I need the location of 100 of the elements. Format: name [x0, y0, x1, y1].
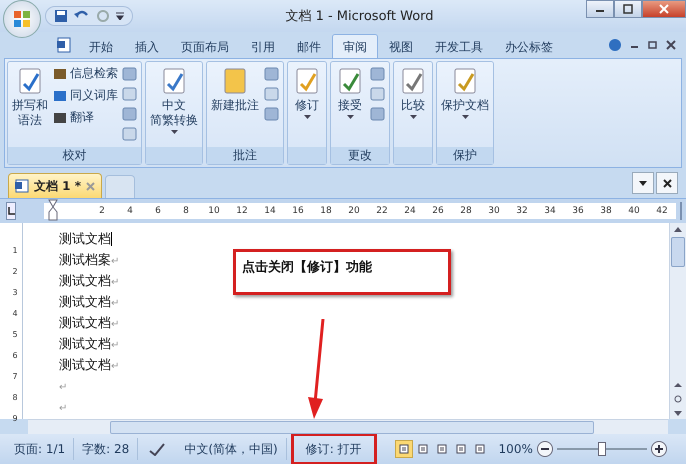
- ruler-number: 6: [11, 350, 19, 361]
- ruler-number: 4: [11, 308, 19, 319]
- ribbon-tab[interactable]: 页面布局: [170, 34, 240, 58]
- document-text: 测试文档: [59, 274, 111, 289]
- group-footer: [288, 147, 326, 164]
- tool-icon[interactable]: [369, 66, 387, 82]
- scroll-up-icon[interactable]: [672, 225, 684, 235]
- zoom-in-button[interactable]: [650, 441, 667, 457]
- view-icon: [456, 444, 466, 454]
- word-icon: [15, 179, 29, 193]
- ribbon-tab[interactable]: 邮件: [286, 34, 332, 58]
- document-text: 测试文档: [59, 337, 111, 352]
- ruler-number: 30: [487, 206, 501, 216]
- ruler-number: 28: [459, 206, 473, 216]
- paragraph-mark: ↵: [111, 277, 120, 288]
- tool-icon[interactable]: [263, 106, 281, 122]
- scroll-thumb[interactable]: [671, 237, 685, 267]
- ribbon-button[interactable]: 翻译: [52, 108, 119, 127]
- paragraph-mark: ↵: [111, 298, 120, 309]
- tool-icon[interactable]: [121, 86, 139, 102]
- ribbon-tab[interactable]: 开发工具: [424, 34, 494, 58]
- ruler-number: 8: [11, 392, 19, 403]
- view-icon: [474, 444, 485, 454]
- ribbon-button[interactable]: 拼写和 语法: [10, 64, 50, 145]
- ribbon-button[interactable]: 同义词库: [52, 86, 119, 105]
- group-label: 批注: [207, 147, 283, 164]
- ribbon-tab[interactable]: 插入: [124, 34, 170, 58]
- zoom-level[interactable]: 100%: [498, 442, 533, 456]
- ruler-number: 2: [11, 266, 19, 277]
- close-button[interactable]: [656, 172, 678, 194]
- ruler-number: 9: [11, 413, 19, 424]
- paragraph-mark: ↵: [111, 361, 120, 372]
- ribbon-tab[interactable]: 引用: [240, 34, 286, 58]
- group-footer: [394, 147, 432, 164]
- minimize-button[interactable]: [586, 0, 614, 18]
- tool-icon[interactable]: [121, 126, 139, 142]
- ruler-number: 14: [263, 206, 277, 216]
- tab-selector[interactable]: [6, 202, 16, 220]
- tool-icon[interactable]: [121, 66, 139, 82]
- document-text: 测试档案: [59, 253, 111, 268]
- ruler-number: 3: [11, 287, 19, 298]
- page-count[interactable]: 页面: 1/1: [6, 438, 74, 460]
- ribbon-button[interactable]: 保护文档: [439, 64, 491, 145]
- ribbon-tab[interactable]: 开始: [78, 34, 124, 58]
- ruler-number: 34: [543, 206, 557, 216]
- tool-icon[interactable]: [369, 86, 387, 102]
- tool-icon[interactable]: [369, 106, 387, 122]
- paragraph-mark: ↵: [59, 403, 68, 414]
- ruler-number: 42: [655, 206, 669, 216]
- restore-icon[interactable]: [648, 40, 658, 50]
- office-logo-icon: [11, 8, 33, 30]
- horizontal-scrollbar[interactable]: [28, 419, 668, 434]
- document-text: 测试文档: [59, 358, 111, 373]
- maximize-button[interactable]: [614, 0, 642, 18]
- vertical-scrollbar[interactable]: [669, 223, 686, 419]
- word-count[interactable]: 字数: 28: [74, 438, 138, 460]
- window-title: 文档 1 - Microsoft Word: [284, 8, 435, 25]
- group-footer: [146, 147, 202, 164]
- tool-icon[interactable]: [263, 86, 281, 102]
- browse-controls-icon[interactable]: [672, 383, 684, 417]
- save-icon[interactable]: [54, 9, 68, 23]
- language-status[interactable]: 中文(简体，中国): [176, 438, 287, 460]
- ribbon-tab[interactable]: 办公标签: [494, 34, 564, 58]
- view-button[interactable]: [394, 440, 413, 458]
- ruler-number: 4: [126, 206, 134, 216]
- ruler-number: 26: [431, 206, 445, 216]
- ruler-number: 6: [154, 206, 162, 216]
- caret-icon: [639, 180, 647, 186]
- ribbon-button[interactable]: 中文 简繁转换: [148, 64, 200, 145]
- paragraph-mark: ↵: [59, 382, 68, 393]
- document-tab[interactable]: 文档 1 *: [8, 173, 102, 198]
- ribbon-button[interactable]: 接受: [333, 64, 367, 145]
- ribbon-button[interactable]: 修订: [290, 64, 324, 145]
- dropdown-button[interactable]: [632, 172, 654, 194]
- group-label: 更改: [331, 147, 389, 164]
- ribbon-button[interactable]: 比较: [396, 64, 430, 145]
- document-text: 测试文档: [59, 295, 111, 310]
- paragraph-mark: ↵: [111, 340, 120, 351]
- proofing-icon[interactable]: [148, 442, 166, 456]
- group-label: 保护: [437, 147, 493, 164]
- zoom-out-button[interactable]: [536, 441, 553, 457]
- document-text: 测试文档: [59, 316, 111, 331]
- word-icon: [56, 37, 72, 53]
- ribbon-button[interactable]: 信息检索: [52, 64, 119, 83]
- ruler-number: 10: [207, 206, 221, 216]
- ribbon-button[interactable]: 新建批注: [209, 64, 261, 145]
- customize-icon[interactable]: [116, 12, 124, 20]
- track-changes-status[interactable]: 修订: 打开: [290, 433, 377, 464]
- tool-icon[interactable]: [263, 66, 281, 82]
- ruler-number: 38: [599, 206, 613, 216]
- ribbon-tab[interactable]: 视图: [378, 34, 424, 58]
- tool-icon[interactable]: [121, 106, 139, 122]
- ruler-number: 22: [375, 206, 389, 216]
- minus-icon: [540, 445, 549, 453]
- office-button[interactable]: [3, 0, 41, 38]
- indent-marker[interactable]: [48, 199, 58, 221]
- close-icon[interactable]: [666, 40, 676, 50]
- ruler-number: 18: [319, 206, 333, 216]
- plus-icon: [654, 445, 663, 453]
- ribbon-tab[interactable]: 审阅: [332, 34, 378, 58]
